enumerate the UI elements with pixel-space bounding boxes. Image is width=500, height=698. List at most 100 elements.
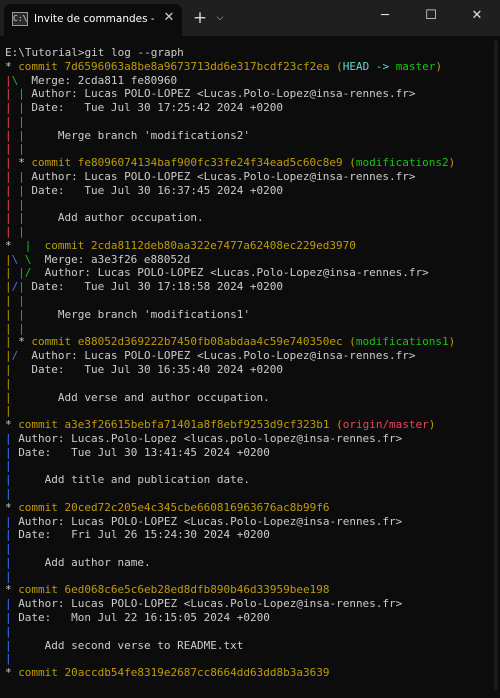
- terminal-line: | Date: Tue Jul 30 13:41:45 2024 +0200: [0, 446, 500, 460]
- close-window-button[interactable]: ✕: [454, 0, 500, 32]
- graph-glyph: *: [5, 59, 12, 73]
- graph-glyph: [12, 322, 19, 336]
- graph-glyph: |: [18, 142, 25, 156]
- graph-glyph: |: [18, 101, 25, 115]
- terminal-line: | Add author name.: [0, 556, 500, 570]
- graph-glyph: *: [18, 156, 25, 170]
- terminal-line: | * commit e88052d369222b7450fb08abdaa4c5…: [0, 335, 500, 349]
- graph-glyph: |: [5, 128, 12, 142]
- line-text: Add verse and author occupation.: [31, 391, 270, 405]
- terminal-line: * commit 7d6596063a8be8a9673713dd6e317bcd…: [0, 60, 500, 74]
- graph-glyph: |: [5, 142, 12, 156]
- terminal-line: * commit 20accdb54fe8319e2687cc8664dd63dd…: [0, 666, 500, 680]
- terminal-line: | | Date: Tue Jul 30 16:37:45 2024 +0200: [0, 184, 500, 198]
- graph-glyph: |: [5, 555, 12, 569]
- terminal-tab[interactable]: C:\ Invite de commandes - git log ✕: [4, 4, 182, 36]
- line-text: Add author occupation.: [31, 211, 204, 225]
- title-bar: C:\ Invite de commandes - git log ✕ + ⌵ …: [0, 0, 500, 36]
- graph-glyph: |: [5, 597, 12, 611]
- graph-glyph: |: [5, 225, 12, 239]
- text-segment: commit 20accdb54fe8319e2687cc8664dd63dd8…: [18, 666, 330, 680]
- terminal-line: * commit 6ed068c6e5c6eb28ed8dfb890b46d339…: [0, 583, 500, 597]
- terminal-output[interactable]: E:\Tutorial>git log --graph * commit 7d659…: [0, 36, 500, 698]
- terminal-line: | Date: Fri Jul 26 15:24:30 2024 +0200: [0, 528, 500, 542]
- terminal-line: | | Merge branch 'modifications2': [0, 129, 500, 143]
- text-segment: ): [448, 156, 456, 170]
- scrollbar[interactable]: [494, 40, 498, 690]
- graph-glyph: /: [11, 280, 19, 294]
- text-segment: Author: Lucas POLO-LOPEZ <Lucas.Polo-Lop…: [18, 597, 403, 611]
- terminal-line: | | Merge branch 'modifications1': [0, 308, 500, 322]
- command-prompt-icon: C:\: [12, 12, 28, 26]
- graph-glyph: |: [5, 211, 12, 225]
- graph-glyph: |: [5, 197, 12, 211]
- graph-glyph: [12, 156, 19, 170]
- graph-glyph: |: [5, 542, 12, 556]
- line-text: Author: Lucas POLO-LOPEZ <Lucas.Polo-Lop…: [18, 515, 402, 529]
- graph-glyph: [12, 404, 19, 418]
- graph-glyph: |: [18, 321, 25, 335]
- graph-glyph: [12, 142, 19, 156]
- graph-glyph: *: [5, 583, 12, 597]
- terminal-line: | Author: Lucas POLO-LOPEZ <Lucas.Polo-Lo…: [0, 597, 500, 611]
- text-segment: Date: Tue Jul 30 16:35:40 2024 +0200: [31, 362, 284, 376]
- graph-glyph: |: [5, 610, 12, 624]
- text-segment: Add author name.: [18, 555, 151, 569]
- graph-glyph: [12, 87, 19, 101]
- terminal-line: | |: [0, 225, 500, 239]
- graph-glyph: *: [5, 238, 12, 252]
- graph-glyph: [18, 239, 25, 253]
- terminal-line: |: [0, 377, 500, 391]
- graph-glyph: |: [24, 238, 32, 252]
- line-text: Author: Lucas POLO-LOPEZ <Lucas.Polo-Lop…: [31, 170, 415, 184]
- graph-glyph: [12, 294, 19, 308]
- text-segment: Merge: 2cda811 fe80960: [31, 73, 178, 87]
- text-segment: Merge branch 'modifications2': [31, 128, 250, 142]
- terminal-line: | | Date: Tue Jul 30 17:25:42 2024 +0200: [0, 101, 500, 115]
- graph-glyph: \: [11, 252, 19, 266]
- graph-glyph: |: [18, 128, 25, 142]
- line-text: Author: Lucas.Polo-Lopez <lucas.polo-lop…: [18, 432, 402, 446]
- graph-glyph: [12, 335, 19, 349]
- terminal-line: |: [0, 459, 500, 473]
- graph-glyph: |: [5, 87, 12, 101]
- line-text: E:\Tutorial>git log --graph: [5, 46, 184, 60]
- graph-glyph: |: [18, 266, 25, 280]
- terminal-line: |: [0, 487, 500, 501]
- graph-glyph: *: [5, 418, 12, 432]
- graph-glyph: |: [5, 73, 12, 87]
- terminal-line: | |: [0, 115, 500, 129]
- graph-glyph: |: [5, 431, 12, 445]
- line-text: Author: Lucas POLO-LOPEZ <Lucas.Polo-Lop…: [45, 266, 429, 280]
- graph-glyph: |: [5, 390, 12, 404]
- line-text: Merge branch 'modifications2': [31, 129, 250, 143]
- new-tab-button[interactable]: +: [190, 8, 210, 28]
- line-text: commit e88052d369222b7450fb08abdaa4c59e7…: [31, 335, 455, 349]
- terminal-line: | Add verse and author occupation.: [0, 391, 500, 405]
- text-segment: (: [329, 418, 343, 432]
- line-text: Date: Tue Jul 30 13:41:45 2024 +0200: [18, 446, 270, 460]
- graph-glyph: [12, 225, 19, 239]
- close-tab-icon[interactable]: ✕: [160, 9, 178, 27]
- graph-glyph: [12, 101, 19, 115]
- line-text: commit a3e3f26615bebfa71401a8f8ebf9253d9…: [18, 418, 435, 432]
- line-text: commit 20ced72c205e4c345cbe660816963676a…: [18, 501, 329, 515]
- terminal-line: | |: [0, 198, 500, 212]
- text-segment: commit 20ced72c205e4c345cbe660816963676a…: [18, 500, 330, 514]
- terminal-line: | Date: Tue Jul 30 16:35:40 2024 +0200: [0, 363, 500, 377]
- text-segment: commit a3e3f26615bebfa71401a8f8ebf9253d9…: [18, 418, 330, 432]
- maximize-button[interactable]: ☐: [408, 0, 454, 32]
- graph-glyph: |: [5, 514, 12, 528]
- graph-glyph: [12, 170, 19, 184]
- minimize-button[interactable]: ─: [362, 0, 408, 32]
- graph-glyph: |: [5, 156, 12, 170]
- graph-glyph: [12, 198, 19, 212]
- graph-glyph: |: [18, 211, 25, 225]
- graph-glyph: |: [5, 321, 12, 335]
- line-text: Add author name.: [18, 555, 151, 570]
- chevron-down-icon[interactable]: ⌵: [212, 8, 228, 28]
- graph-glyph: |: [5, 294, 12, 308]
- graph-glyph: |: [5, 376, 12, 390]
- terminal-line: | Author: Lucas POLO-LOPEZ <Lucas.Polo-Lo…: [0, 515, 500, 529]
- text-segment: commit e88052d369222b7450fb08abdaa4c59e7…: [31, 335, 343, 349]
